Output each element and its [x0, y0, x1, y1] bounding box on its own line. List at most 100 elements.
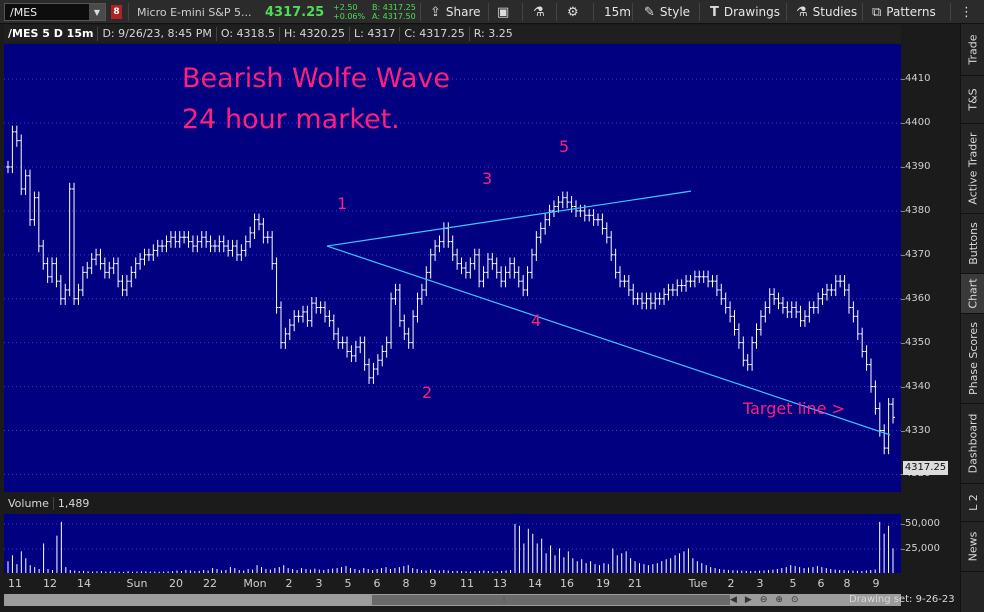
- drawings-button[interactable]: T Drawings: [710, 0, 780, 24]
- more-button[interactable]: ⋮: [960, 0, 973, 24]
- divider: [950, 3, 951, 21]
- wave-point-3-label: 3: [482, 169, 492, 188]
- side-tab-label: Buttons: [966, 222, 980, 265]
- ohlc-bar: [499, 266, 504, 288]
- side-tab-phase-scores[interactable]: Phase Scores: [961, 314, 984, 404]
- ohlc-bar: [816, 292, 821, 314]
- scroll-right-icon[interactable]: ▶: [745, 595, 752, 605]
- ohlc-bar: [362, 336, 367, 371]
- current-price-tag: 4317.25: [903, 461, 948, 475]
- link-group-badge[interactable]: 8: [111, 5, 122, 19]
- ohlc-bar: [723, 292, 728, 314]
- ohlc-bar: [199, 231, 204, 248]
- flask-icon: ⚗: [533, 4, 545, 20]
- price-tick-4390: 4390: [905, 160, 931, 172]
- timeframe-button[interactable]: 15m: [604, 0, 631, 24]
- ohlc-bar: [842, 275, 847, 297]
- time-axis[interactable]: 11 12 14 Sun 20 22 Mon 2 3 5 6 8 9 11 13 14 16 19 21 Tue 2 3 5…: [4, 574, 901, 592]
- ohlc-bar: [640, 292, 645, 310]
- patterns-button[interactable]: ⧉ Patterns: [872, 0, 936, 24]
- drawing-set-label[interactable]: Drawing set: 9-26-23: [849, 594, 955, 606]
- ohlc-bar: [679, 279, 684, 292]
- drawings-icon: T: [710, 4, 719, 20]
- scroll-left-icon[interactable]: ◀: [730, 595, 737, 605]
- ohlc-bar: [675, 279, 680, 297]
- ohlc-bar: [463, 261, 468, 279]
- ohlc-bar: [67, 182, 72, 297]
- ohlc-bar: [54, 257, 59, 288]
- ohlc-bar: [261, 217, 266, 244]
- ohlc-bar: [327, 310, 332, 327]
- ohlc-bar: [177, 231, 182, 248]
- ohlc-bar: [173, 231, 178, 248]
- ohlc-bar: [626, 275, 631, 297]
- snapshot-button[interactable]: ▣: [497, 0, 509, 24]
- time-label: 3: [756, 577, 764, 590]
- ohlc-bar: [855, 310, 860, 341]
- grip-icon[interactable]: ⦙: [499, 595, 509, 605]
- side-tab-l-2[interactable]: L 2: [961, 484, 984, 522]
- ohlc-bar: [36, 191, 41, 253]
- annotation-title: Bearish Wolfe Wave: [182, 63, 450, 94]
- price-tick-4410: 4410: [905, 73, 931, 85]
- side-tab-t-s[interactable]: T&S: [961, 76, 984, 124]
- time-label: 11: [8, 577, 22, 590]
- dots-icon: ⋮: [960, 4, 973, 20]
- price-tick-4340: 4340: [905, 380, 931, 392]
- ohlc-bar: [868, 358, 873, 393]
- ohlc-bar: [648, 292, 653, 310]
- ohlc-bar: [551, 200, 556, 218]
- divider: [786, 3, 787, 21]
- side-tab-news[interactable]: News: [961, 522, 984, 572]
- ohlc-bar: [556, 195, 561, 213]
- snapshot-icon: ▣: [497, 4, 510, 20]
- ohlc-bar: [309, 296, 314, 327]
- zoom-out-icon[interactable]: ⊖: [760, 595, 768, 605]
- divider: [420, 3, 421, 21]
- ohlc-bar: [402, 314, 407, 341]
- ohlc-bar: [397, 283, 402, 327]
- studies-button[interactable]: ⚗ Studies: [796, 0, 857, 24]
- time-label: 14: [77, 577, 91, 590]
- ohlc-bar: [406, 327, 411, 349]
- ohlc-bar: [701, 270, 706, 283]
- ohlc-bar: [283, 327, 288, 349]
- time-label: 11: [460, 577, 474, 590]
- side-tab-dashboard[interactable]: Dashboard: [961, 404, 984, 484]
- ohlc-bar: [102, 257, 107, 279]
- ohlc-bar: [160, 239, 165, 253]
- ohlc-bar: [767, 288, 772, 314]
- share-button[interactable]: ⇪ Share: [430, 0, 481, 24]
- ohlc-bar: [864, 345, 869, 371]
- zoom-in-icon[interactable]: ⊕: [775, 595, 783, 605]
- settings-button[interactable]: ⚙: [567, 0, 579, 24]
- ohlc-bar: [155, 239, 160, 257]
- ohlc-bar: [380, 345, 385, 367]
- flask-button[interactable]: ⚗: [533, 0, 545, 24]
- side-tab-active-trader[interactable]: Active Trader: [961, 124, 984, 214]
- ohlc-bar: [459, 257, 464, 275]
- ohlc-bar: [287, 318, 292, 341]
- side-tab-chart[interactable]: Chart: [961, 274, 984, 314]
- volume-pane[interactable]: [4, 514, 901, 573]
- studies-icon: ⚗: [796, 4, 808, 20]
- scroll-thumb[interactable]: [372, 595, 730, 605]
- time-label: 21: [628, 577, 642, 590]
- bar-info-row: /MES 5 D 15m D: 9/26/23, 8:45 PM O: 4318…: [4, 25, 901, 43]
- style-icon: ✎: [644, 4, 655, 20]
- volume-chart-svg: [4, 521, 901, 573]
- price-axis[interactable]: 4410440043904380437043604350434043304320: [901, 44, 957, 492]
- style-button[interactable]: ✎ Style: [644, 0, 690, 24]
- ohlc-bar: [195, 235, 200, 253]
- side-tab-buttons[interactable]: Buttons: [961, 214, 984, 274]
- side-tab-label: Active Trader: [966, 132, 980, 205]
- price-chart-pane[interactable]: Bearish Wolfe Wave 24 hour market. 1 2 3 4 5 Ta…: [4, 44, 901, 492]
- patterns-icon: ⧉: [872, 4, 882, 20]
- ohlc-bar: [243, 235, 248, 257]
- chevron-down-icon[interactable]: ▼: [89, 4, 105, 20]
- ohlc-bar: [208, 235, 213, 253]
- zoom-fit-icon[interactable]: ⊙: [791, 595, 799, 605]
- symbol-input[interactable]: /MES ▼: [4, 3, 106, 21]
- last-price: 4317.25: [265, 4, 325, 20]
- side-tab-trade[interactable]: Trade: [961, 24, 984, 76]
